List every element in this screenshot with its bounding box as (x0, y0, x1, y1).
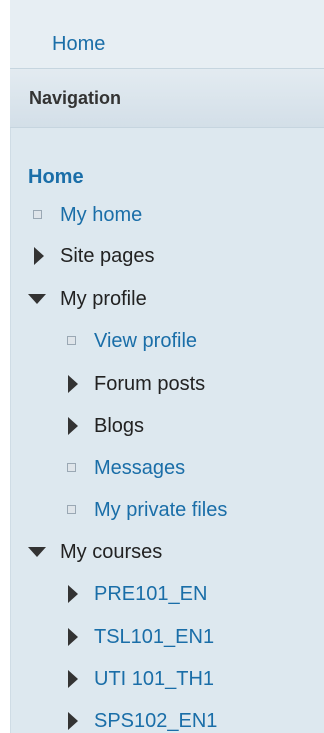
nav-item-label: Blogs (94, 414, 145, 437)
nav-root-home-link[interactable]: Home (28, 166, 84, 189)
nav-item-my-courses[interactable]: My courses (28, 531, 162, 573)
collapsed-arrow-icon (62, 584, 94, 604)
nav-item-messages[interactable]: Messages (62, 447, 185, 489)
nav-item-view-profile[interactable]: View profile (62, 320, 197, 362)
nav-item-label: Site pages (60, 244, 155, 267)
collapsed-arrow-icon (62, 669, 94, 689)
bullet-icon (62, 458, 94, 478)
nav-item-label: UTI 101_TH1 (94, 667, 215, 690)
bullet-icon (62, 331, 94, 351)
page: Home Navigation Home My home Site pages … (0, 0, 324, 733)
collapsed-arrow-icon (62, 711, 94, 731)
expanded-arrow-icon (28, 289, 60, 309)
nav-item-course-tsl101-en1[interactable]: TSL101_EN1 (62, 616, 214, 658)
nav-item-site-pages[interactable]: Site pages (28, 235, 155, 277)
nav-item-forum-posts[interactable]: Forum posts (62, 363, 205, 405)
breadcrumb: Home (10, 0, 324, 68)
nav-item-my-home[interactable]: My home (28, 194, 142, 236)
nav-item-label: Forum posts (94, 372, 206, 395)
bullet-icon (62, 500, 94, 520)
bullet-icon (28, 205, 60, 225)
nav-item-course-sps102-en1[interactable]: SPS102_EN1 (62, 700, 217, 733)
nav-item-label: My private files (94, 498, 228, 521)
collapsed-arrow-icon (28, 246, 60, 266)
nav-item-my-private-files[interactable]: My private files (62, 489, 227, 531)
nav-item-label: My profile (60, 287, 147, 310)
navigation-title: Navigation (29, 88, 122, 108)
navigation-block-header: Navigation (10, 68, 324, 128)
nav-item-label: View profile (94, 329, 198, 352)
nav-item-label: My home (60, 203, 143, 226)
nav-item-course-uti101-th1[interactable]: UTI 101_TH1 (62, 658, 214, 700)
nav-item-course-pre101-en[interactable]: PRE101_EN (62, 573, 207, 615)
nav-item-label: SPS102_EN1 (94, 709, 218, 732)
left-margin (0, 0, 10, 733)
nav-item-my-profile[interactable]: My profile (28, 278, 147, 320)
collapsed-arrow-icon (62, 416, 94, 436)
collapsed-arrow-icon (62, 374, 94, 394)
nav-item-label: TSL101_EN1 (94, 625, 215, 648)
nav-item-label: PRE101_EN (94, 582, 208, 605)
breadcrumb-home-link[interactable]: Home (52, 33, 105, 56)
collapsed-arrow-icon (62, 627, 94, 647)
nav-item-label: Messages (94, 456, 186, 479)
nav-item-label: My courses (60, 540, 163, 563)
nav-item-blogs[interactable]: Blogs (62, 405, 144, 447)
expanded-arrow-icon (28, 542, 60, 562)
